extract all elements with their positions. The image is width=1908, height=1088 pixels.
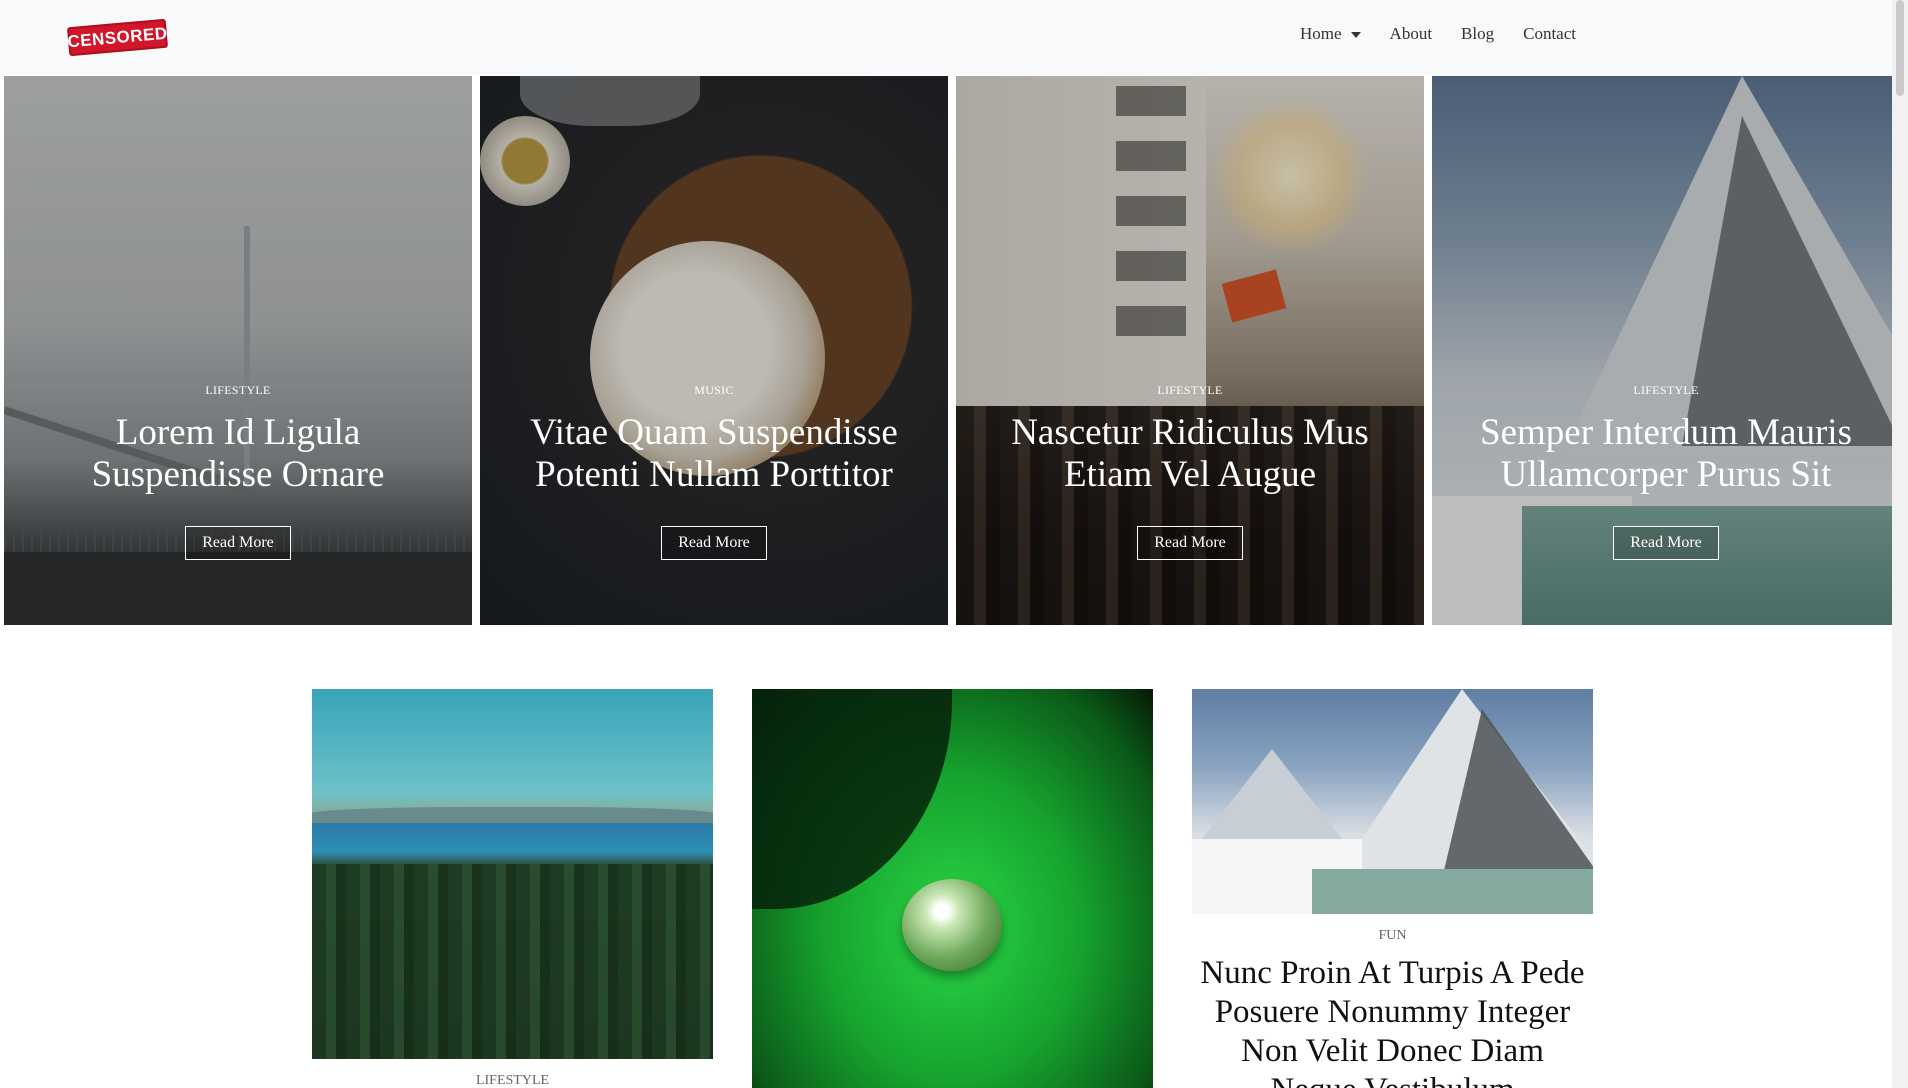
read-more-button[interactable]: Read More [185, 526, 291, 560]
water-drop [902, 879, 1002, 971]
article-title[interactable]: Nunc Proin At Turpis A Pede Posuere Nonu… [1192, 954, 1593, 1088]
featured-post-card[interactable]: MUSIC Vitae Quam Suspendisse Potenti Nul… [480, 76, 948, 625]
leaf-shadow [752, 689, 952, 909]
distant-hills [312, 807, 713, 823]
article-category[interactable]: LIFESTYLE [312, 1073, 713, 1088]
logo-stamp: CENSORED [67, 18, 168, 57]
article-card[interactable]: FUN Nunc Proin At Turpis A Pede Posuere … [1192, 689, 1593, 1088]
nav-about-label: About [1389, 24, 1433, 43]
featured-post-content: LIFESTYLE Nascetur Ridiculus Mus Etiam V… [956, 383, 1424, 560]
article-image[interactable] [312, 689, 713, 1059]
post-category[interactable]: LIFESTYLE [4, 383, 472, 398]
mountain-rock [1442, 709, 1593, 879]
read-more-button[interactable]: Read More [1137, 526, 1243, 560]
post-title[interactable]: Lorem Id Ligula Suspendisse Ornare [4, 412, 472, 496]
page-scrollbar[interactable] [1892, 0, 1908, 1088]
featured-post-card[interactable]: LIFESTYLE Lorem Id Ligula Suspendisse Or… [4, 76, 472, 625]
nav-contact-label: Contact [1523, 24, 1576, 43]
scrollbar-thumb[interactable] [1896, 0, 1904, 96]
featured-post-content: LIFESTYLE Semper Interdum Mauris Ullamco… [1432, 383, 1900, 560]
featured-posts: LIFESTYLE Lorem Id Ligula Suspendisse Or… [4, 76, 1900, 625]
nav-blog[interactable]: Blog [1461, 24, 1494, 44]
site-header: CENSORED Home About Blog Contact [0, 0, 1892, 75]
nav-contact[interactable]: Contact [1523, 24, 1576, 44]
article-card[interactable]: LIFESTYLE [312, 689, 713, 1088]
nav-blog-label: Blog [1461, 24, 1495, 43]
site-logo[interactable]: CENSORED [67, 18, 168, 57]
post-title[interactable]: Semper Interdum Mauris Ullamcorper Purus… [1432, 412, 1900, 496]
article-image[interactable] [752, 689, 1153, 1088]
glacier-lake [1312, 869, 1593, 914]
nav-home-label: Home [1300, 24, 1342, 43]
main-nav: Home About Blog Contact [1300, 24, 1605, 44]
mountain-peak [1202, 749, 1342, 839]
post-title[interactable]: Vitae Quam Suspendisse Potenti Nullam Po… [480, 412, 948, 496]
post-category[interactable]: MUSIC [480, 383, 948, 398]
forest-trees [312, 864, 713, 1059]
article-category[interactable]: FUN [1192, 928, 1593, 944]
nav-home[interactable]: Home [1300, 24, 1361, 44]
article-image[interactable] [1192, 689, 1593, 914]
featured-post-card[interactable]: LIFESTYLE Semper Interdum Mauris Ullamco… [1432, 76, 1900, 625]
post-category[interactable]: LIFESTYLE [1432, 383, 1900, 398]
featured-post-content: LIFESTYLE Lorem Id Ligula Suspendisse Or… [4, 383, 472, 560]
featured-post-content: MUSIC Vitae Quam Suspendisse Potenti Nul… [480, 383, 948, 560]
post-category[interactable]: LIFESTYLE [956, 383, 1424, 398]
chevron-down-icon [1350, 31, 1361, 38]
read-more-button[interactable]: Read More [661, 526, 767, 560]
read-more-button[interactable]: Read More [1613, 526, 1719, 560]
featured-post-card[interactable]: LIFESTYLE Nascetur Ridiculus Mus Etiam V… [956, 76, 1424, 625]
article-card[interactable] [752, 689, 1153, 1088]
nav-about[interactable]: About [1390, 24, 1433, 44]
post-title[interactable]: Nascetur Ridiculus Mus Etiam Vel Augue [956, 412, 1424, 496]
